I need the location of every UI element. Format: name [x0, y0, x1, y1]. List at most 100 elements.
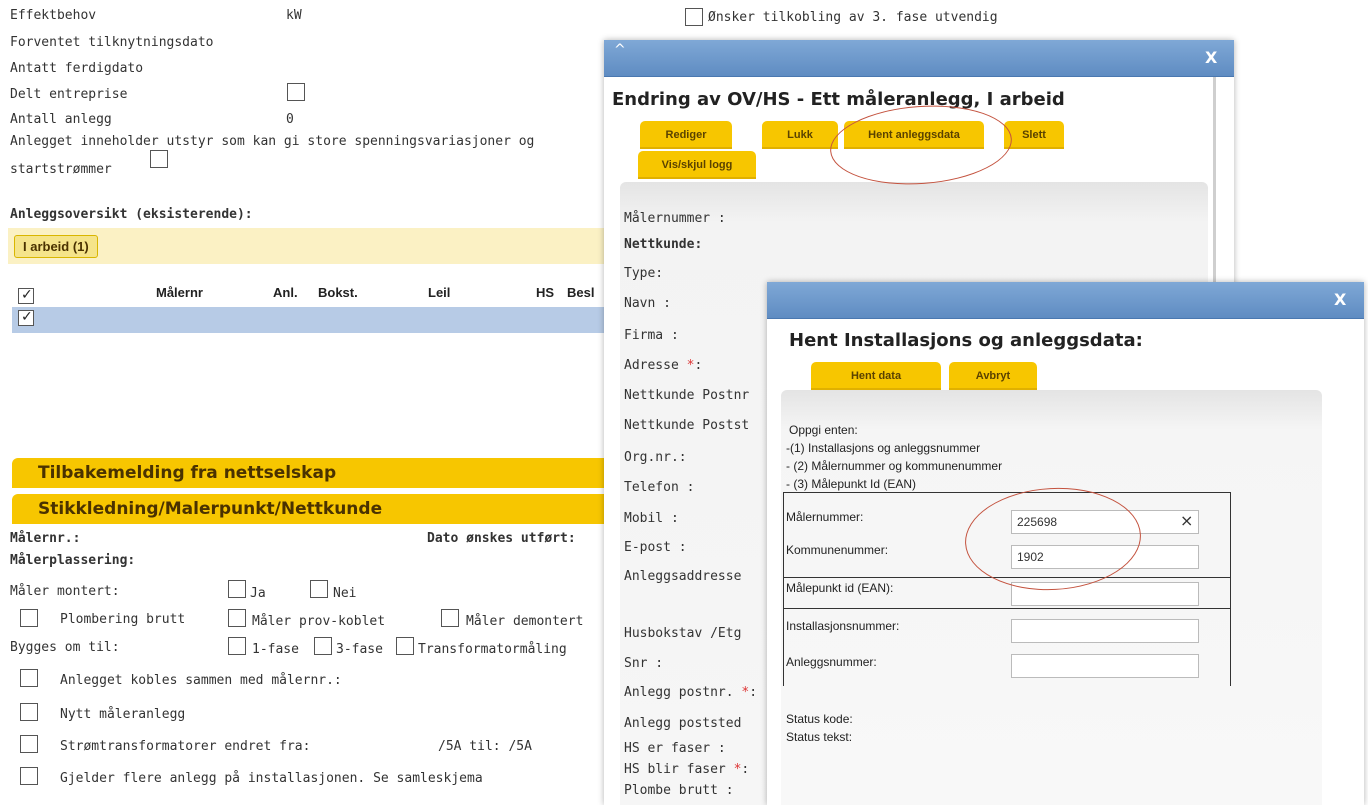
fase1-checkbox[interactable] [228, 637, 246, 655]
type-label: Type: [624, 266, 664, 281]
poststed-label: Nettkunde Postst [624, 418, 750, 433]
anlegg-poststed-label: Anlegg poststed [624, 716, 742, 731]
nytt-label: Nytt måleranlegg [60, 707, 186, 722]
utstyr-checkbox[interactable] [150, 150, 168, 168]
antatt-label: Antatt ferdigdato [10, 61, 144, 76]
instruction-line: - (2) Målernummer og kommunenummer [786, 459, 1003, 473]
tab-rediger[interactable]: Rediger [640, 121, 732, 149]
tab-i-arbeid[interactable]: I arbeid (1) [14, 235, 98, 258]
instruction-line: -(1) Installasjons og anleggsnummer [786, 441, 981, 455]
malepunkt-input[interactable] [1011, 582, 1199, 606]
overview-table-header [12, 270, 610, 308]
mobil-label: Mobil : [624, 511, 679, 526]
tab-hent-anleggsdata[interactable]: Hent anleggsdata [844, 121, 984, 149]
ja-checkbox[interactable] [228, 580, 246, 598]
utstyr-label-2: startstrømmer [10, 162, 112, 177]
stromtrafo-label: Strømtransformatorer endret fra: [60, 739, 311, 754]
malernr-label: Målernr.: [10, 531, 81, 546]
col-malernr: Målernr [156, 285, 203, 300]
onsker-3-fase-checkbox[interactable] [685, 8, 703, 26]
onsker-3-fase-label: Ønsker tilkobling av 3. fase utvendig [708, 10, 998, 25]
malernummer-label: Målernummer: [786, 510, 864, 524]
gjelder-checkbox[interactable] [20, 767, 38, 785]
malernummer-label: Målernummer : [624, 211, 726, 226]
anleggsnummer-label: Anleggsnummer: [786, 655, 877, 669]
fase1-label: 1-fase [252, 642, 299, 657]
effektbehov-unit: kW [286, 8, 302, 23]
telefon-label: Telefon : [624, 480, 695, 495]
kobles-label: Anlegget kobles sammen med målernr.: [60, 673, 342, 688]
nytt-checkbox[interactable] [20, 703, 38, 721]
installasjon-input[interactable] [1011, 619, 1199, 643]
kommunenummer-input[interactable]: 1902 [1011, 545, 1199, 569]
installasjon-label: Installasjonsnummer: [786, 619, 900, 633]
nei-label: Nei [333, 586, 357, 601]
plombering-label: Plombering brutt [60, 612, 186, 627]
hs-blir-label: HS blir faser *: [624, 762, 750, 777]
antall-anlegg-label: Antall anlegg [10, 112, 112, 127]
col-besl: Besl [567, 285, 595, 300]
hent-data-title: Hent Installasjons og anleggsdata: [789, 330, 1143, 351]
status-kode-label: Status kode: [786, 712, 853, 726]
status-tekst-label: Status tekst: [786, 730, 853, 744]
nettkunde-label: Nettkunde: [624, 237, 703, 252]
bygges-label: Bygges om til: [10, 640, 120, 655]
table-row[interactable] [12, 307, 610, 333]
tab-slett[interactable]: Slett [1004, 121, 1064, 149]
anleggsnummer-input[interactable] [1011, 654, 1199, 678]
malerplassering-label: Målerplassering: [10, 553, 136, 568]
tab-vis-skjul-logg[interactable]: Vis/skjul logg [638, 151, 756, 179]
fase3-checkbox[interactable] [314, 637, 332, 655]
stromtrafo-value: /5A til: /5A [438, 739, 532, 754]
malernummer-input[interactable]: 225698 [1011, 510, 1199, 534]
nei-checkbox[interactable] [310, 580, 328, 598]
postnr-label: Nettkunde Postnr [624, 388, 750, 403]
forventet-label: Forventet tilknytningsdato [10, 35, 214, 50]
prov-koblet-label: Måler prov-koblet [252, 614, 386, 629]
hent-data-dialog: X Hent Installasjons og anleggsdata: Hen… [767, 282, 1364, 805]
close-icon[interactable]: X [1334, 290, 1346, 309]
gjelder-label: Gjelder flere anlegg på installasjonen. … [60, 771, 483, 786]
select-all-checkbox[interactable] [18, 287, 34, 304]
instruction-line: Oppgi enten: [789, 423, 858, 437]
epost-label: E-post : [624, 540, 687, 555]
husbokstav-label: Husbokstav /Etg [624, 626, 742, 641]
overview-tabbar [8, 228, 618, 264]
utstyr-label: Anlegget inneholder utstyr som kan gi st… [10, 134, 535, 149]
section-tilbakemelding[interactable]: Tilbakemelding fra nettselskap [12, 458, 612, 488]
clear-icon[interactable]: × [1180, 511, 1193, 530]
firma-label: Firma : [624, 328, 679, 343]
stromtrafo-checkbox[interactable] [20, 735, 38, 753]
plombering-checkbox[interactable] [20, 609, 38, 627]
col-anl: Anl. [273, 285, 298, 300]
transformator-checkbox[interactable] [396, 637, 414, 655]
instruction-line: - (3) Målepunkt Id (EAN) [786, 477, 917, 491]
demontert-checkbox[interactable] [441, 609, 459, 627]
collapse-icon[interactable]: ^ [614, 42, 626, 58]
col-leil: Leil [428, 285, 451, 300]
tab-avbryt[interactable]: Avbryt [949, 362, 1037, 390]
col-hs: HS [536, 285, 555, 300]
plombe-label: Plombe brutt : [624, 783, 734, 798]
dato-label: Dato ønskes utført: [427, 531, 576, 546]
tab-lukk[interactable]: Lukk [762, 121, 838, 149]
fase3-label: 3-fase [336, 642, 383, 657]
kobles-checkbox[interactable] [20, 669, 38, 687]
row-checkbox[interactable] [18, 309, 34, 326]
overview-title: Anleggsoversikt (eksisterende): [10, 207, 253, 222]
close-icon[interactable]: X [1205, 48, 1217, 67]
hs-er-label: HS er faser : [624, 741, 726, 756]
prov-koblet-checkbox[interactable] [228, 609, 246, 627]
endring-dialog-header: ^ X [604, 40, 1234, 77]
tab-hent-data[interactable]: Hent data [811, 362, 941, 390]
col-bokst: Bokst. [318, 285, 358, 300]
transformator-label: Transformatormåling [418, 642, 567, 657]
ja-label: Ja [250, 586, 266, 601]
effektbehov-label: Effektbehov [10, 8, 97, 23]
kommunenummer-label: Kommunenummer: [786, 543, 889, 557]
orgnr-label: Org.nr.: [624, 450, 687, 465]
hent-data-dialog-header: X [767, 282, 1364, 319]
section-stikkledning[interactable]: Stikkledning/Malerpunkt/Nettkunde [12, 494, 612, 524]
delt-entreprise-checkbox[interactable] [287, 83, 305, 101]
endring-dialog-title: Endring av OV/HS - Ett måleranlegg, I ar… [612, 89, 1065, 110]
